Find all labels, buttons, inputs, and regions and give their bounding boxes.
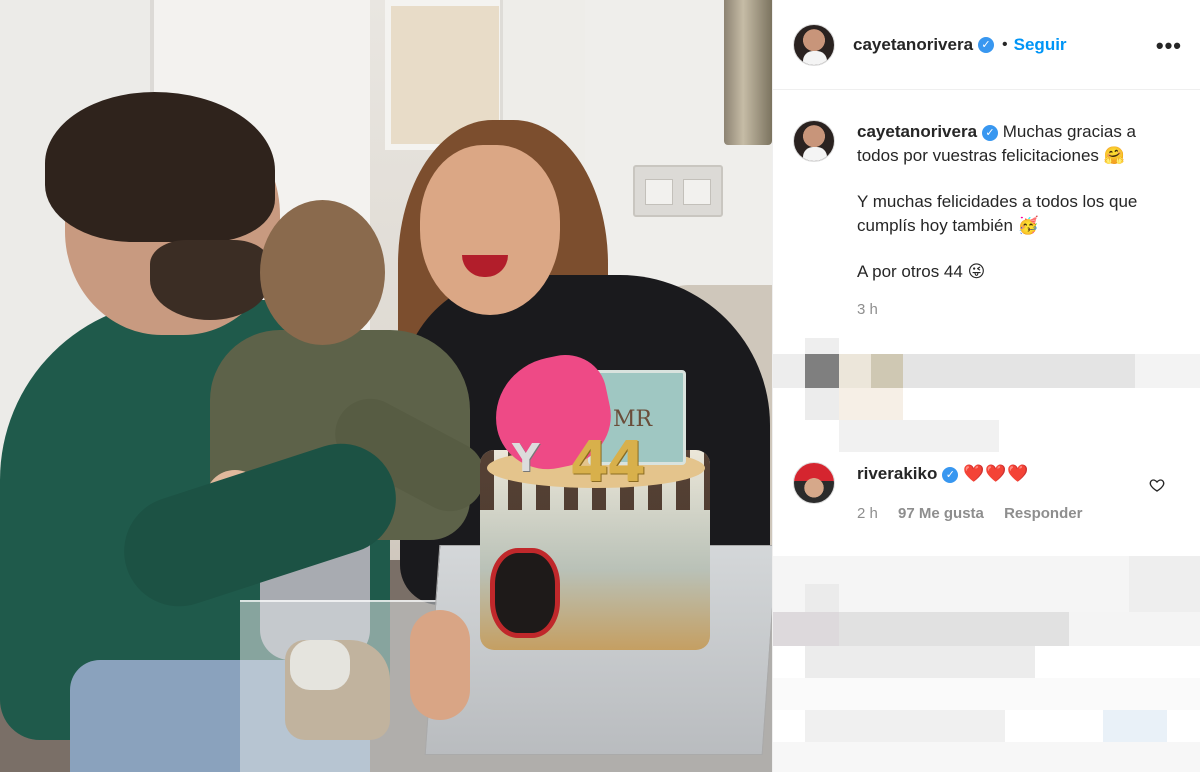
caption-text: cayetanorivera ✓ Muchas gracias a todos p… xyxy=(857,120,1180,322)
caption-timestamp: 3 h xyxy=(857,301,878,318)
commenter-username[interactable]: riverakiko xyxy=(857,464,937,483)
mirror xyxy=(724,0,772,145)
comment-body: riverakiko ✓ ❤️❤️❤️ 2 h 97 Me gusta Respo… xyxy=(857,462,1098,526)
child-head xyxy=(260,200,385,345)
comment-time: 2 h xyxy=(857,505,878,522)
caption-username[interactable]: cayetanorivera xyxy=(857,122,977,141)
verified-badge-icon: ✓ xyxy=(978,36,995,53)
comment-item: riverakiko ✓ ❤️❤️❤️ 2 h 97 Me gusta Respo… xyxy=(793,462,1183,526)
comment-text: ❤️❤️❤️ xyxy=(963,464,1030,483)
commenter-avatar[interactable] xyxy=(793,462,835,504)
woman-face xyxy=(420,145,560,315)
number-candle: 44 xyxy=(570,430,646,495)
post-header: cayetanorivera ✓ • Seguir ••• xyxy=(773,0,1200,90)
light-switch xyxy=(633,165,723,217)
blurred-comment-2 xyxy=(773,556,1200,772)
reply-button[interactable]: Responder xyxy=(1004,505,1082,522)
man-beard xyxy=(150,240,270,320)
verified-badge-icon: ✓ xyxy=(942,466,959,483)
caption-avatar[interactable] xyxy=(793,120,835,162)
book-text: MR xyxy=(613,407,653,432)
caption-line-2: Y muchas felicidades a todos los que cum… xyxy=(857,192,1138,235)
caption-line-3: A por otros 44 😜 xyxy=(857,262,986,281)
blurred-comment-1 xyxy=(773,338,1200,453)
heart-outline-icon[interactable] xyxy=(1149,477,1165,493)
post-side-panel: cayetanorivera ✓ • Seguir ••• cayetanori… xyxy=(772,0,1200,772)
cake-letter: Y xyxy=(512,436,540,480)
comment-meta: 2 h 97 Me gusta Responder xyxy=(857,502,1098,526)
more-options-icon[interactable]: ••• xyxy=(1156,33,1182,59)
separator: • xyxy=(1002,35,1008,53)
header-username[interactable]: cayetanorivera xyxy=(853,35,973,55)
avatar[interactable] xyxy=(793,23,835,66)
woman-hand xyxy=(410,610,470,720)
post-caption: cayetanorivera ✓ Muchas gracias a todos p… xyxy=(773,90,1200,322)
verified-badge-icon: ✓ xyxy=(982,124,999,141)
follow-button[interactable]: Seguir xyxy=(1014,35,1067,55)
post-photo[interactable]: MR Y 44 xyxy=(0,0,772,772)
bull-decoration xyxy=(490,548,560,638)
comment-likes[interactable]: 97 Me gusta xyxy=(898,505,984,522)
